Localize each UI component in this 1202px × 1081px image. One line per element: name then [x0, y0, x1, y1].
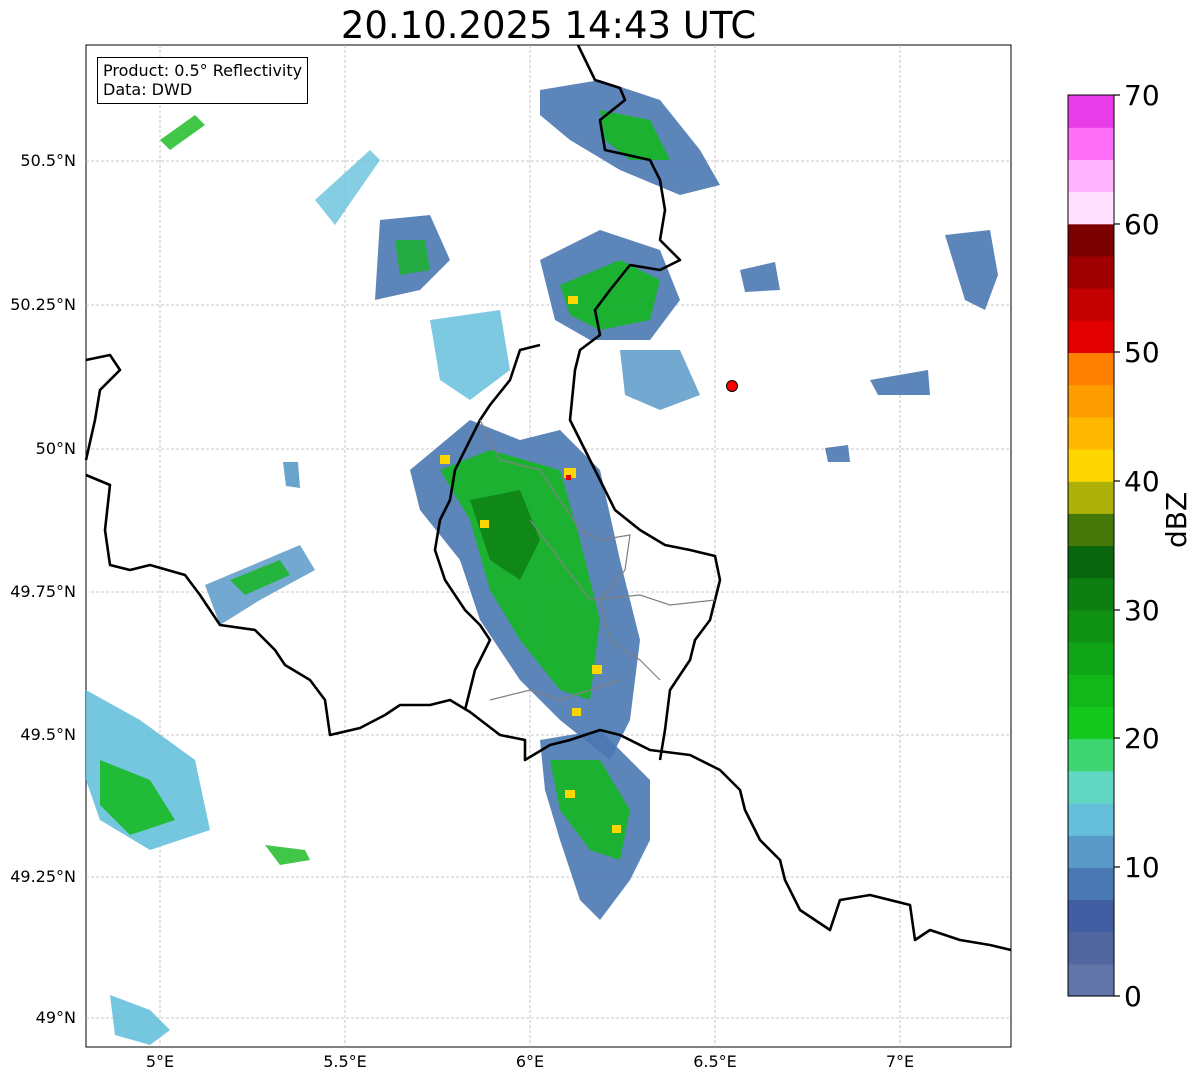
lon-tick-label: 5.5°E — [323, 1052, 367, 1071]
colorbar-segment — [1068, 642, 1114, 675]
colorbar-segment — [1068, 802, 1114, 836]
lat-tick-label: 50.5°N — [20, 151, 76, 170]
lat-tick-label: 50°N — [35, 439, 76, 458]
colorbar-segment — [1068, 835, 1114, 868]
colorbar-tick-label: 60 — [1124, 208, 1160, 241]
colorbar-tick-label: 10 — [1124, 851, 1160, 884]
colorbar-segment — [1068, 867, 1114, 901]
colorbar-segment — [1068, 706, 1114, 740]
data-source-label: Data: DWD — [103, 80, 193, 99]
radar-map — [84, 44, 1120, 1048]
colorbar-segment — [1068, 320, 1114, 354]
colorbar-segment — [1068, 448, 1114, 482]
colorbar-tick-label: 20 — [1124, 722, 1160, 755]
colorbar-segment — [1068, 545, 1114, 579]
colorbar-tick-label: 0 — [1124, 980, 1142, 1013]
colorbar-segment — [1068, 609, 1114, 643]
colorbar-segment — [1068, 255, 1114, 289]
lon-tick-label: 6°E — [515, 1052, 545, 1071]
lat-tick-label: 49.5°N — [20, 725, 76, 744]
lat-tick-label: 49.25°N — [10, 867, 76, 886]
colorbar-tick-label: 50 — [1124, 336, 1160, 369]
colorbar-segment — [1068, 577, 1114, 611]
colorbar-segment — [1068, 127, 1114, 160]
colorbar-segment — [1068, 481, 1114, 514]
lon-tick-label: 5°E — [145, 1052, 175, 1071]
lat-tick-label: 49.75°N — [10, 582, 76, 601]
colorbar-segment — [1068, 963, 1114, 997]
colorbar-title: dBZ — [1160, 491, 1193, 548]
colorbar-tick-label: 70 — [1124, 79, 1160, 112]
lon-tick-label: 7°E — [885, 1052, 915, 1071]
colorbar — [1068, 95, 1114, 997]
colorbar-segment — [1068, 416, 1114, 450]
colorbar-tick-label: 30 — [1124, 594, 1160, 627]
colorbar-segment — [1068, 223, 1114, 257]
lat-tick-label: 50.25°N — [10, 295, 76, 314]
colorbar-segment — [1068, 288, 1114, 321]
colorbar-tick-label: 40 — [1124, 465, 1160, 498]
product-label: Product: 0.5° Reflectivity — [103, 61, 303, 80]
colorbar-segment — [1068, 513, 1114, 547]
colorbar-segment — [1068, 931, 1114, 965]
colorbar-segment — [1068, 384, 1114, 418]
colorbar-segment — [1068, 159, 1114, 193]
lat-tick-label: 49°N — [35, 1008, 76, 1027]
colorbar-segment — [1068, 191, 1114, 225]
colorbar-segment — [1068, 738, 1114, 772]
colorbar-segment — [1068, 770, 1114, 804]
colorbar-ticks — [1114, 94, 1120, 997]
colorbar-segment — [1068, 95, 1114, 128]
radar-site-marker — [726, 380, 738, 392]
colorbar-segment — [1068, 674, 1114, 707]
colorbar-segment — [1068, 352, 1114, 386]
product-legend: Product: 0.5° Reflectivity Data: DWD — [97, 57, 309, 104]
lon-tick-label: 6.5°E — [693, 1052, 737, 1071]
colorbar-segment — [1068, 899, 1114, 933]
